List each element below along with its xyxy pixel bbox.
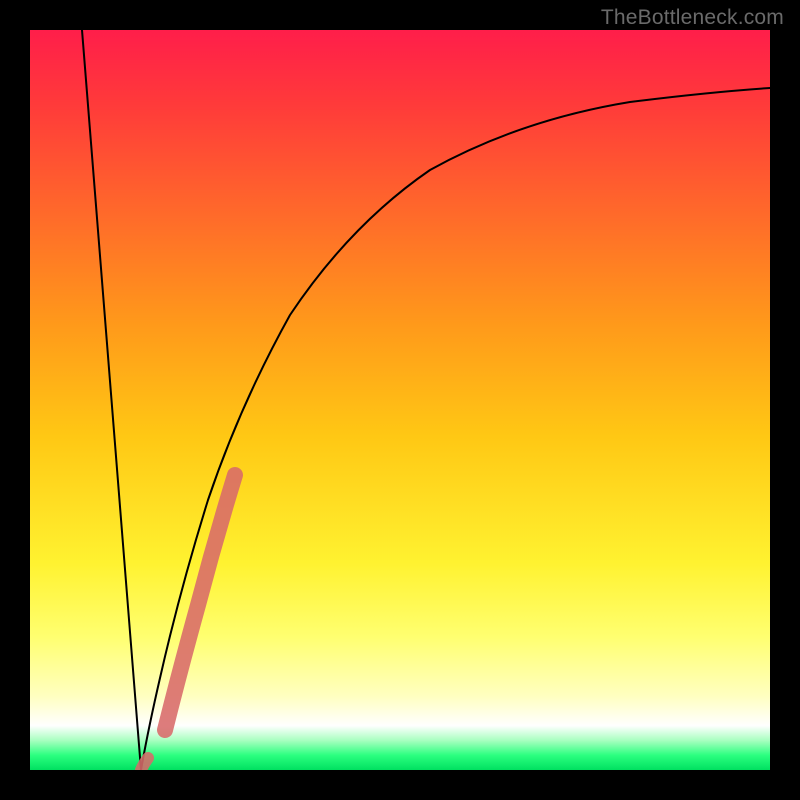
chart-frame: TheBottleneck.com <box>0 0 800 800</box>
curve-vertex-hook <box>141 758 148 770</box>
highlight-segment <box>165 475 235 730</box>
plot-area <box>30 30 770 770</box>
curve-right-branch <box>141 88 770 770</box>
watermark-text: TheBottleneck.com <box>601 6 784 30</box>
curve-left-branch <box>82 30 141 770</box>
curve-overlay <box>30 30 770 770</box>
